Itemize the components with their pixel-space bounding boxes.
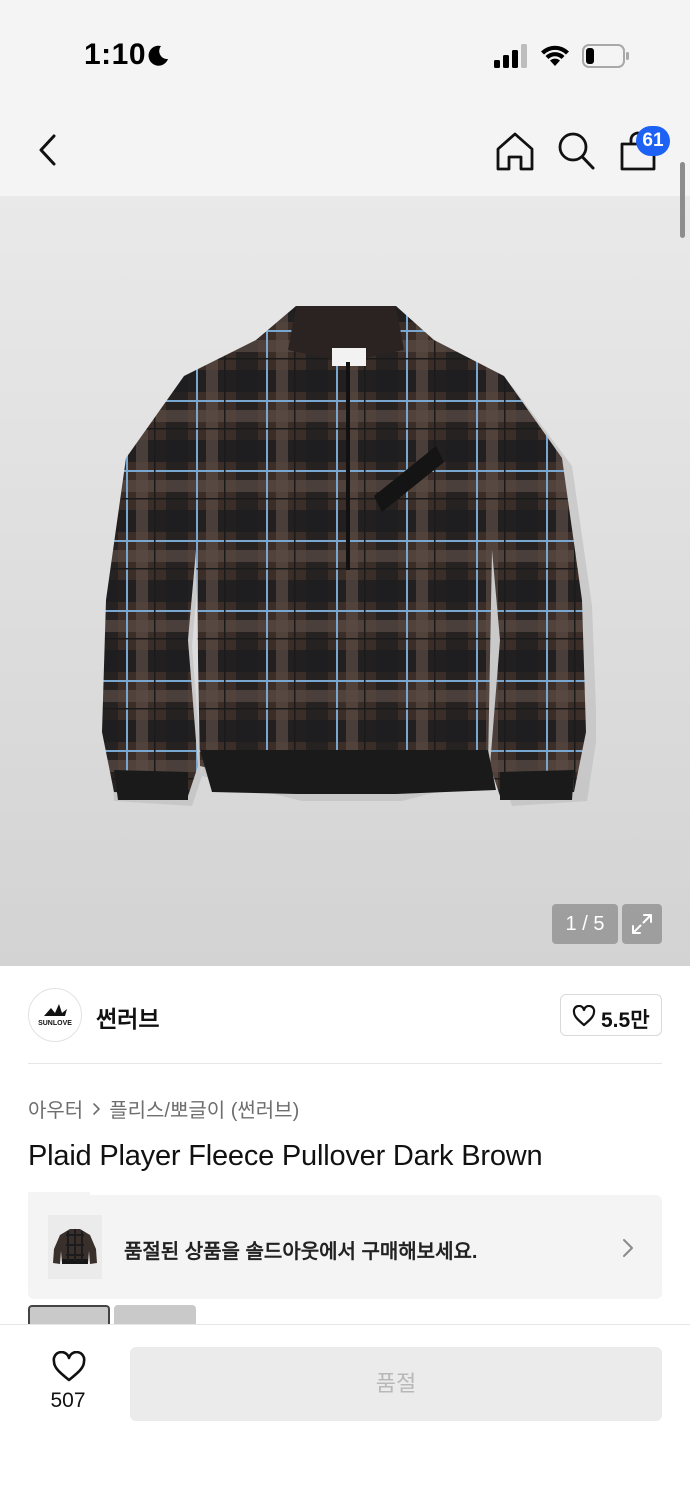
- wishlist-count: 507: [50, 1389, 86, 1412]
- expand-image-button[interactable]: [622, 904, 662, 944]
- brand-like-count: 5.5만: [601, 1009, 650, 1032]
- heart-icon: [52, 1351, 86, 1382]
- product-image: [102, 306, 596, 806]
- bottom-purchase-bar: 507 품절: [0, 1324, 690, 1500]
- breadcrumb-item-outer[interactable]: 아우터: [28, 1094, 83, 1123]
- wifi-icon: [541, 45, 569, 66]
- product-image-gallery[interactable]: 1 / 5: [0, 196, 690, 966]
- banner-thumbnail: [48, 1215, 102, 1279]
- soldout-banner[interactable]: 품절된 상품을 솔드아웃에서 구매해보세요.: [28, 1195, 662, 1299]
- cellular-signal-icon: [494, 44, 527, 68]
- breadcrumb: 아우터 플리스/뽀글이 (썬러브): [28, 1094, 299, 1123]
- top-nav-bar: [0, 100, 690, 196]
- brand-logo[interactable]: SUNLOVE: [28, 988, 82, 1042]
- brand-logo-text: SUNLOVE: [38, 1020, 72, 1027]
- product-title: Plaid Player Fleece Pullover Dark Brown: [28, 1140, 543, 1172]
- divider: [28, 1063, 662, 1064]
- status-bar: 1:10: [0, 0, 690, 100]
- sunlove-logo-icon: SUNLOVE: [38, 1004, 72, 1027]
- expand-icon: [632, 914, 652, 934]
- chevron-right-icon: [93, 1102, 101, 1115]
- product-thumbnail-image: [53, 1229, 97, 1264]
- soldout-button[interactable]: 품절: [130, 1347, 662, 1421]
- soldout-banner-text: 품절된 상품을 솔드아웃에서 구매해보세요.: [124, 1241, 478, 1263]
- image-pager: 1 / 5: [552, 904, 618, 944]
- heart-icon: [572, 1005, 596, 1027]
- wishlist-button[interactable]: 507: [28, 1349, 108, 1419]
- chevron-right-icon: [623, 1239, 633, 1257]
- home-icon[interactable]: [494, 130, 536, 172]
- status-time: 1:10: [84, 38, 147, 71]
- brand-like-button[interactable]: 5.5만: [560, 994, 662, 1036]
- battery-icon: [582, 44, 629, 68]
- breadcrumb-item-fleece[interactable]: 플리스/뽀글이 (썬러브): [109, 1094, 299, 1123]
- cart-count-badge: 61: [636, 126, 670, 156]
- scrollbar-thumb[interactable]: [680, 162, 685, 238]
- search-icon[interactable]: [556, 130, 596, 172]
- moon-icon: [148, 45, 168, 66]
- back-icon[interactable]: [32, 132, 64, 168]
- brand-name[interactable]: 썬러브: [96, 1000, 159, 1034]
